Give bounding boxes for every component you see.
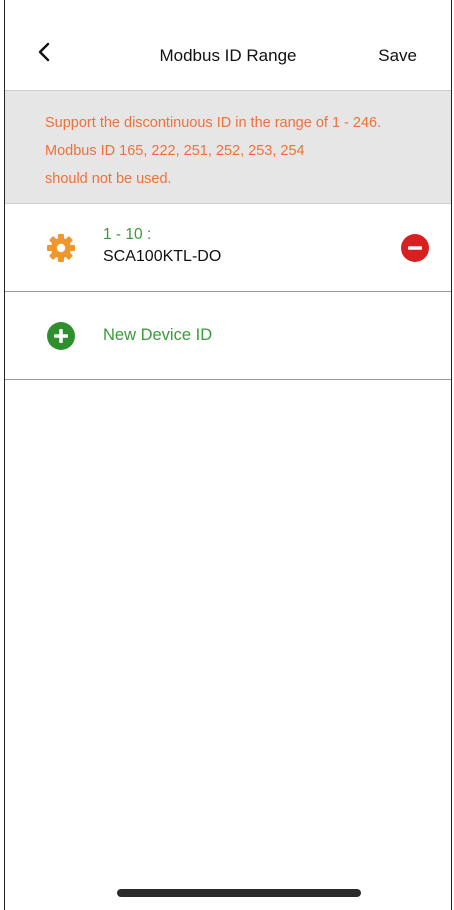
gear-icon [47,234,75,262]
new-device-row[interactable]: New Device ID [5,292,451,380]
device-model-name: SCA100KTL-DO [103,248,222,265]
notice-line: Modbus ID 165, 222, 251, 252, 253, 254 [45,143,305,159]
save-button[interactable]: Save [378,46,417,66]
notice-line: Support the discontinuous ID in the rang… [45,115,382,131]
remove-icon[interactable] [401,234,429,262]
home-indicator[interactable] [117,889,361,897]
add-icon[interactable] [47,322,75,350]
device-id-range: 1 - 10 : [103,226,152,243]
notice-line: should not be used. [45,171,172,187]
device-row[interactable]: 1 - 10 : SCA100KTL-DO [5,204,451,292]
app-screen: Modbus ID Range Save Support the discont… [4,0,452,910]
nav-header: Modbus ID Range Save [5,0,451,90]
new-device-id-button[interactable]: New Device ID [103,326,212,345]
range-notice: Support the discontinuous ID in the rang… [5,90,451,204]
